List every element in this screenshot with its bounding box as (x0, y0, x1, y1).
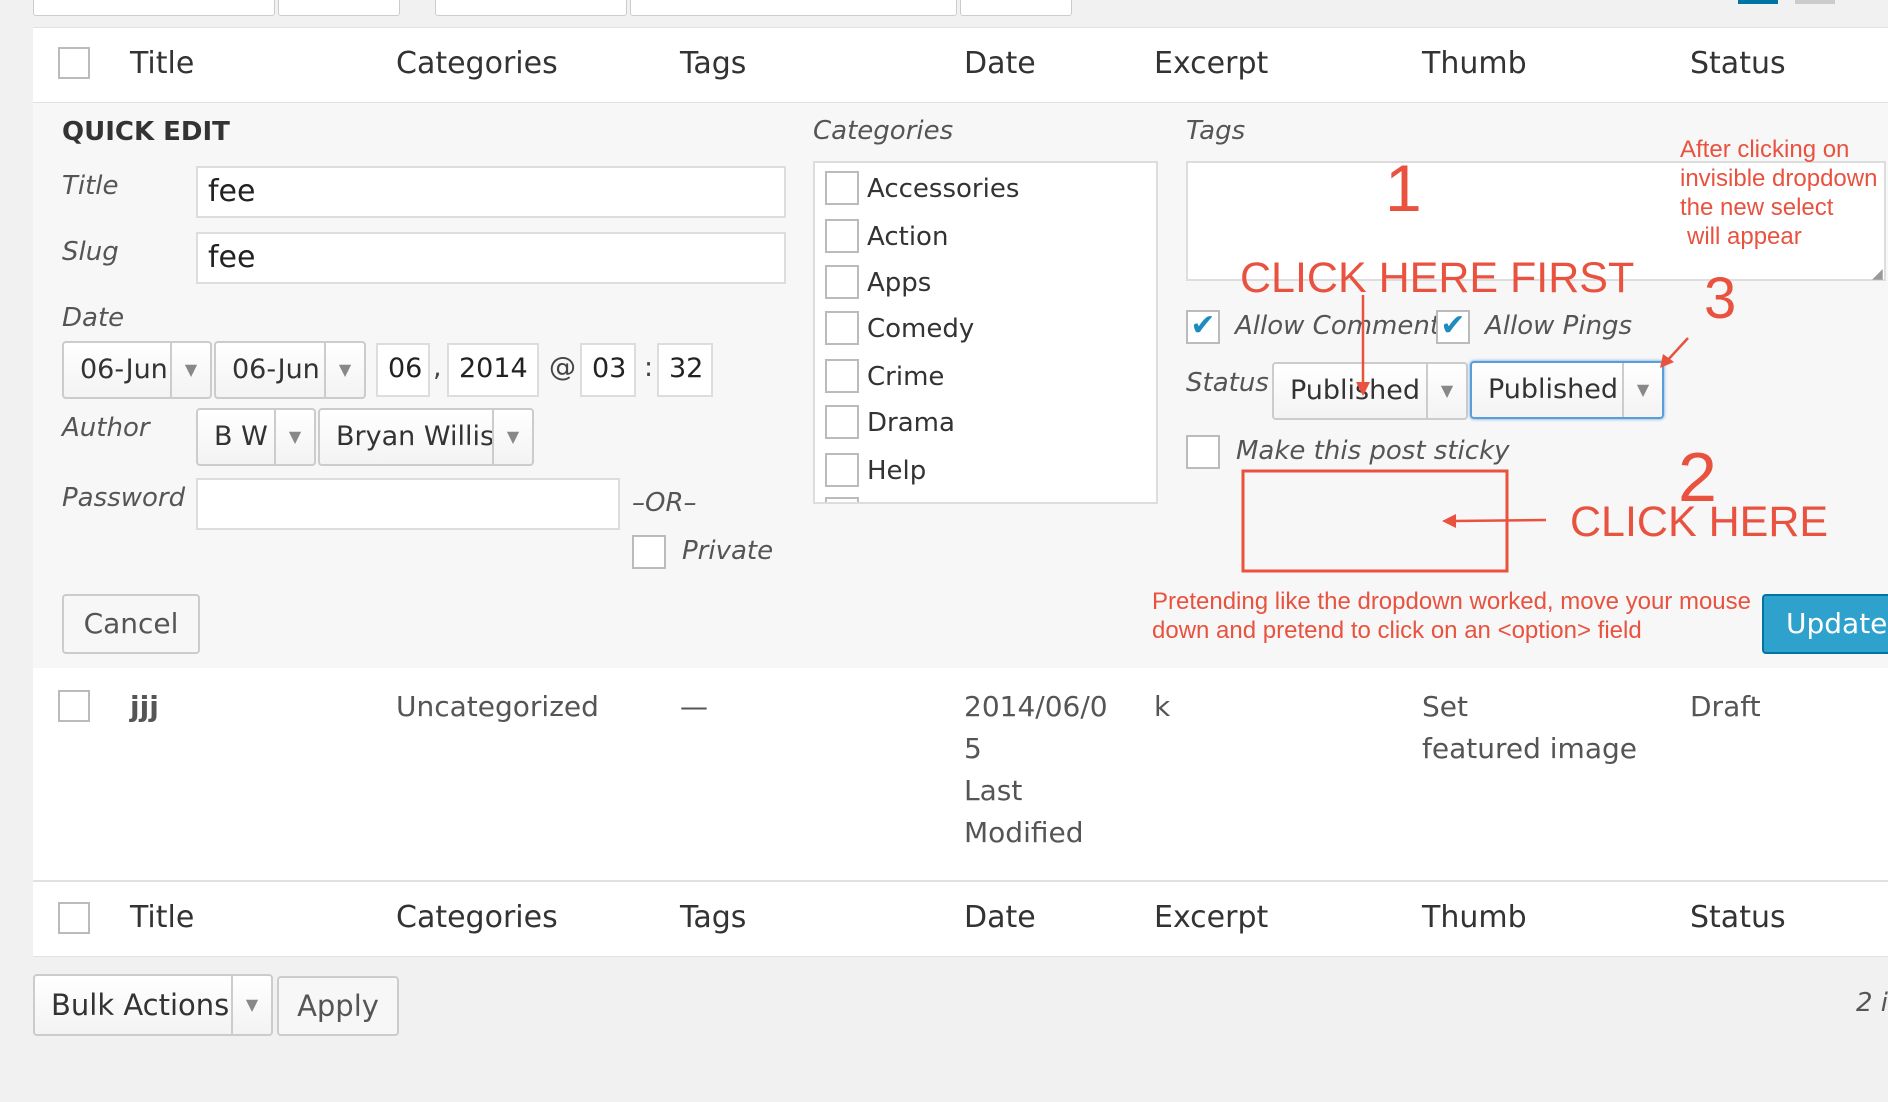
col-tags-bottom: Tags (680, 900, 747, 935)
col-excerpt-bottom: Excerpt (1154, 900, 1269, 935)
row-date-line3: Last (964, 774, 1023, 807)
annotation-note-line3: the new select (1680, 194, 1834, 221)
items-count: 2 it (1856, 988, 1888, 1018)
col-thumb-bottom: Thumb (1422, 900, 1527, 935)
table-row (33, 668, 1888, 881)
table-footer: Title Categories Tags Date Excerpt Thumb… (33, 881, 1888, 957)
row-date-line2: 5 (964, 732, 982, 765)
row-excerpt: k (1154, 690, 1171, 723)
annotation-click-here-first: CLICK HERE FIRST (1240, 254, 1635, 302)
col-date-bottom[interactable]: Date (964, 900, 1036, 935)
col-categories-bottom: Categories (396, 900, 558, 935)
arrow-to-new-select (1665, 337, 1689, 363)
row-date-line4: Modified (964, 816, 1084, 849)
row-checkbox[interactable] (58, 690, 90, 722)
arrow-to-option-box (1453, 518, 1547, 523)
annotation-note-line2: invisible dropdown (1680, 165, 1878, 192)
annotation-click-here: CLICK HERE (1570, 498, 1829, 546)
annotation-note-line4: will appear (1687, 223, 1802, 250)
annotation-note-line1: After clicking on (1680, 136, 1850, 163)
bulk-actions-select[interactable]: Bulk Actions ▼ (33, 974, 273, 1036)
col-title-bottom[interactable]: Title (130, 900, 194, 935)
row-date-line1: 2014/06/0 (964, 690, 1108, 723)
row-category-link[interactable]: Uncategorized (396, 690, 599, 723)
annotation-pretend-line1: Pretending like the dropdown worked, mov… (1152, 588, 1751, 615)
row-thumb-link-line1[interactable]: Set (1422, 690, 1468, 723)
select-all-checkbox-bottom[interactable] (58, 902, 90, 934)
row-status: Draft (1690, 690, 1761, 723)
annotation-number-1: 1 (1385, 151, 1422, 225)
annotation-pretend-line2: down and pretend to click on an <option>… (1152, 617, 1642, 644)
arrowhead-left-icon (1442, 514, 1456, 528)
col-status-bottom: Status (1690, 900, 1786, 935)
arrowhead-down-icon (1356, 382, 1370, 396)
row-thumb-link-line2[interactable]: featured image (1422, 732, 1637, 765)
apply-button[interactable]: Apply (277, 976, 399, 1036)
bulk-actions-value: Bulk Actions (51, 988, 230, 1022)
row-tags: — (680, 690, 708, 723)
row-title-link[interactable]: jjj (130, 690, 159, 723)
annotation-number-3: 3 (1704, 266, 1737, 331)
chevron-down-icon: ▼ (231, 976, 271, 1034)
